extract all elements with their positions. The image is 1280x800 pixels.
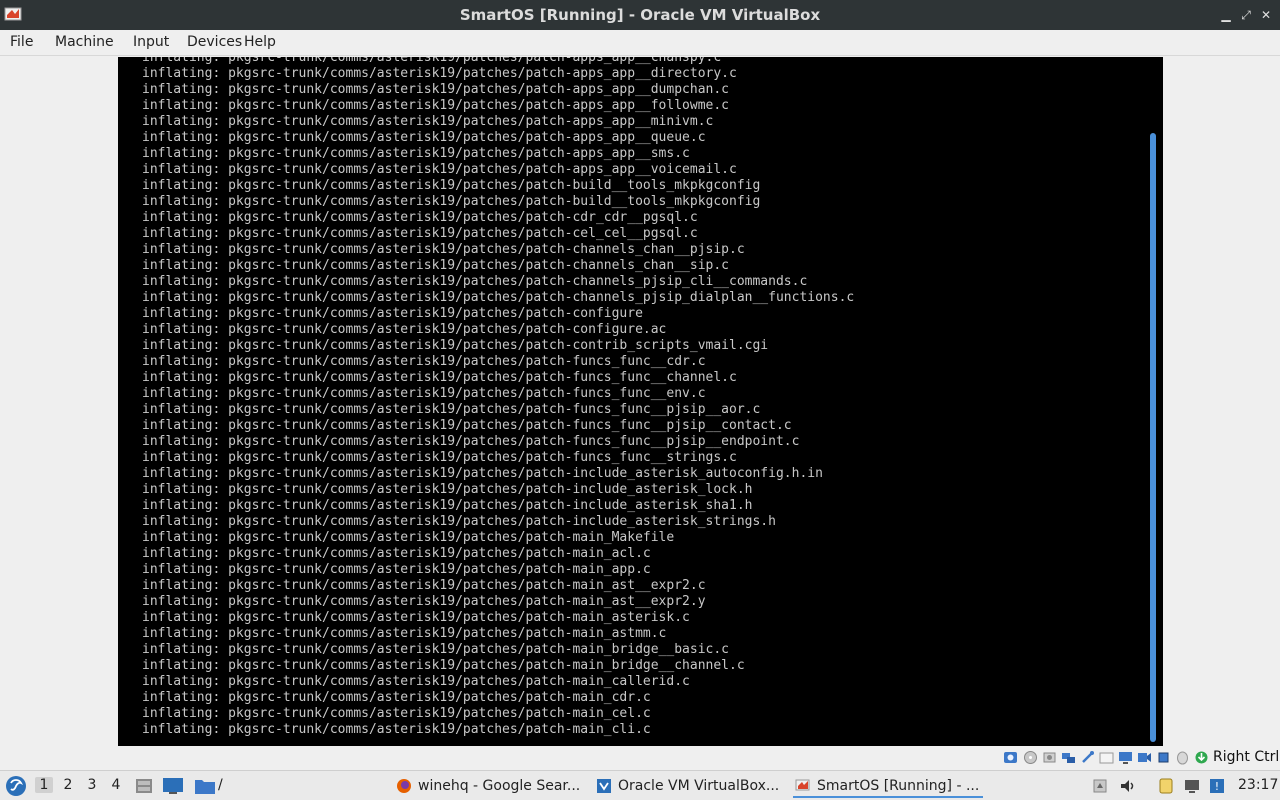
task-virtualbox-manager[interactable]: Oracle VM VirtualBox... <box>594 774 784 798</box>
shared-folders-icon[interactable] <box>1099 750 1114 765</box>
console-line: inflating: pkgsrc-trunk/comms/asterisk19… <box>142 626 667 641</box>
console-line: inflating: pkgsrc-trunk/comms/asterisk19… <box>142 610 690 625</box>
tray-notifications-icon[interactable] <box>1091 777 1109 795</box>
console-line: inflating: pkgsrc-trunk/comms/asterisk19… <box>142 57 722 65</box>
console-line: inflating: pkgsrc-trunk/comms/asterisk19… <box>142 82 729 97</box>
task-firefox[interactable]: winehq - Google Sear... <box>394 774 584 798</box>
minimize-button[interactable]: ▁ <box>1218 7 1234 23</box>
console-line: inflating: pkgsrc-trunk/comms/asterisk19… <box>142 66 737 81</box>
firefox-icon <box>397 779 411 793</box>
console-line: inflating: pkgsrc-trunk/comms/asterisk19… <box>142 130 706 145</box>
console-line: inflating: pkgsrc-trunk/comms/asterisk19… <box>142 514 776 529</box>
console-line: inflating: pkgsrc-trunk/comms/asterisk19… <box>142 706 651 721</box>
volume-icon[interactable] <box>1119 777 1137 795</box>
menu-devices[interactable]: Help <box>244 34 276 50</box>
path-label[interactable]: / <box>218 777 223 793</box>
network-icon[interactable] <box>1061 750 1076 765</box>
console-line: inflating: pkgsrc-trunk/comms/asterisk19… <box>142 146 690 161</box>
task-smartos-vm[interactable]: SmartOS [Running] - ... <box>793 774 983 798</box>
mouse-integration-icon[interactable] <box>1175 750 1190 765</box>
console-line: inflating: pkgsrc-trunk/comms/asterisk19… <box>142 226 698 241</box>
console-line: inflating: pkgsrc-trunk/comms/asterisk19… <box>142 322 667 337</box>
vm-display-area: inflating: pkgsrc-trunk/comms/asterisk19… <box>0 56 1280 746</box>
window-titlebar[interactable]: SmartOS [Running] - Oracle VM VirtualBox… <box>0 0 1280 30</box>
console-line: inflating: pkgsrc-trunk/comms/asterisk19… <box>142 370 737 385</box>
console-line: inflating: pkgsrc-trunk/comms/asterisk19… <box>142 178 761 193</box>
virtualbox-icon <box>597 779 611 793</box>
console-line: inflating: pkgsrc-trunk/comms/asterisk19… <box>142 546 651 561</box>
start-menu-icon[interactable] <box>5 775 27 797</box>
display-icon[interactable] <box>1118 750 1133 765</box>
console-line: inflating: pkgsrc-trunk/comms/asterisk19… <box>142 530 675 545</box>
console-line: inflating: pkgsrc-trunk/comms/asterisk19… <box>142 562 651 577</box>
network-tray-icon[interactable] <box>1183 777 1201 795</box>
console-line: inflating: pkgsrc-trunk/comms/asterisk19… <box>142 690 651 705</box>
console-line: inflating: pkgsrc-trunk/comms/asterisk19… <box>142 674 690 689</box>
clock[interactable]: 23:17 <box>1238 777 1278 793</box>
console-line: inflating: pkgsrc-trunk/comms/asterisk19… <box>142 98 729 113</box>
console-scrollbar[interactable] <box>1150 133 1156 742</box>
system-taskbar: 1 2 3 4 / winehq - Google Sear... Oracle… <box>0 770 1280 800</box>
menu-bar: File Machine Input Devices Help <box>0 30 1280 56</box>
console-line: inflating: pkgsrc-trunk/comms/asterisk19… <box>142 402 761 417</box>
vm-status-bar: Right Ctrl <box>0 746 1280 770</box>
menu-view[interactable]: Input <box>133 34 169 50</box>
svg-text:!: ! <box>1215 780 1219 793</box>
task-label: winehq - Google Sear... <box>418 778 581 794</box>
console-line: inflating: pkgsrc-trunk/comms/asterisk19… <box>142 242 745 257</box>
cpu-icon[interactable] <box>1156 750 1171 765</box>
console-line: inflating: pkgsrc-trunk/comms/asterisk19… <box>142 642 729 657</box>
console-line: inflating: pkgsrc-trunk/comms/asterisk19… <box>142 450 737 465</box>
workspace-4[interactable]: 4 <box>107 777 125 793</box>
console-line: inflating: pkgsrc-trunk/comms/asterisk19… <box>142 210 698 225</box>
keyboard-icon[interactable] <box>1194 750 1209 765</box>
console-line: inflating: pkgsrc-trunk/comms/asterisk19… <box>142 354 706 369</box>
restore-button[interactable]: ⤢ <box>1238 7 1254 23</box>
console-line: inflating: pkgsrc-trunk/comms/asterisk19… <box>142 466 823 481</box>
console-line: inflating: pkgsrc-trunk/comms/asterisk19… <box>142 578 706 593</box>
console-line: inflating: pkgsrc-trunk/comms/asterisk19… <box>142 290 855 305</box>
host-key-label: Right Ctrl <box>1213 749 1280 765</box>
task-label: SmartOS [Running] - ... <box>817 778 980 794</box>
console-line: inflating: pkgsrc-trunk/comms/asterisk19… <box>142 114 714 129</box>
audio-icon[interactable] <box>1042 750 1057 765</box>
clipboard-icon[interactable] <box>1157 777 1175 795</box>
console-output: inflating: pkgsrc-trunk/comms/asterisk19… <box>142 57 854 738</box>
workspace-1[interactable]: 1 <box>35 777 53 793</box>
optical-drive-icon[interactable] <box>1023 750 1038 765</box>
virtualbox-vm-icon <box>795 779 810 791</box>
console-line: inflating: pkgsrc-trunk/comms/asterisk19… <box>142 482 753 497</box>
folder-icon[interactable] <box>194 776 216 796</box>
console-line: inflating: pkgsrc-trunk/comms/asterisk19… <box>142 418 792 433</box>
vm-console-screen[interactable]: inflating: pkgsrc-trunk/comms/asterisk19… <box>118 57 1163 746</box>
hard-disk-icon[interactable] <box>1003 750 1018 765</box>
console-line: inflating: pkgsrc-trunk/comms/asterisk19… <box>142 338 769 353</box>
console-line: inflating: pkgsrc-trunk/comms/asterisk19… <box>142 162 737 177</box>
video-capture-icon[interactable] <box>1137 750 1152 765</box>
task-label: Oracle VM VirtualBox... <box>618 778 780 794</box>
console-line: inflating: pkgsrc-trunk/comms/asterisk19… <box>142 386 706 401</box>
workspace-3[interactable]: 3 <box>83 777 101 793</box>
file-cabinet-icon[interactable] <box>134 776 154 796</box>
desktop-icon[interactable] <box>162 776 184 796</box>
update-icon[interactable]: ! <box>1208 777 1226 795</box>
console-line: inflating: pkgsrc-trunk/comms/asterisk19… <box>142 274 808 289</box>
menu-input[interactable]: Devices <box>187 34 242 50</box>
usb-icon[interactable] <box>1080 750 1095 765</box>
console-line: inflating: pkgsrc-trunk/comms/asterisk19… <box>142 306 643 321</box>
console-line: inflating: pkgsrc-trunk/comms/asterisk19… <box>142 498 753 513</box>
console-line: inflating: pkgsrc-trunk/comms/asterisk19… <box>142 722 651 737</box>
menu-file[interactable]: File <box>10 34 33 50</box>
console-line: inflating: pkgsrc-trunk/comms/asterisk19… <box>142 194 761 209</box>
console-line: inflating: pkgsrc-trunk/comms/asterisk19… <box>142 594 706 609</box>
workspace-2[interactable]: 2 <box>59 777 77 793</box>
menu-machine[interactable]: Machine <box>55 34 114 50</box>
close-button[interactable]: ✕ <box>1258 7 1274 23</box>
window-title: SmartOS [Running] - Oracle VM VirtualBox <box>459 6 821 24</box>
console-line: inflating: pkgsrc-trunk/comms/asterisk19… <box>142 434 800 449</box>
console-line: inflating: pkgsrc-trunk/comms/asterisk19… <box>142 658 745 673</box>
console-line: inflating: pkgsrc-trunk/comms/asterisk19… <box>142 258 729 273</box>
